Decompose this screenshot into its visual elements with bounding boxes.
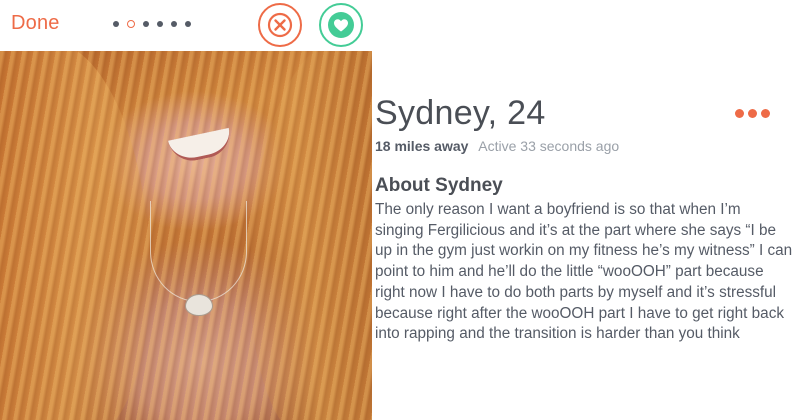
active-status: Active 33 seconds ago bbox=[478, 138, 620, 154]
like-button[interactable] bbox=[319, 3, 363, 47]
heart-icon bbox=[328, 12, 354, 38]
pager-dot[interactable] bbox=[171, 21, 177, 27]
nope-button[interactable] bbox=[258, 3, 302, 47]
more-options-icon[interactable] bbox=[735, 109, 774, 118]
photo-necklace-chain bbox=[150, 201, 247, 302]
photo-pager bbox=[113, 16, 199, 32]
pager-dot[interactable] bbox=[113, 21, 119, 27]
pager-dot[interactable] bbox=[157, 21, 163, 27]
pager-dot-active[interactable] bbox=[127, 20, 135, 28]
more-dot bbox=[735, 109, 744, 118]
pager-dot[interactable] bbox=[185, 21, 191, 27]
profile-name-age: Sydney, 24 bbox=[375, 94, 546, 132]
bio-text: The only reason I want a boyfriend is so… bbox=[375, 201, 793, 343]
photo-necklace-pendant bbox=[185, 294, 213, 316]
profile-meta: 18 miles away Active 33 seconds ago bbox=[375, 138, 619, 154]
distance-label: 18 miles away bbox=[375, 138, 469, 154]
about-heading: About Sydney bbox=[375, 175, 503, 196]
profile-screen: Done Sydney, 24 18 miles away Active 33 … bbox=[0, 0, 800, 420]
more-dot bbox=[761, 109, 770, 118]
close-icon bbox=[267, 12, 293, 38]
profile-photo[interactable] bbox=[0, 51, 372, 420]
done-button[interactable]: Done bbox=[11, 12, 60, 35]
pager-dot[interactable] bbox=[143, 21, 149, 27]
top-bar: Done bbox=[0, 0, 372, 50]
more-dot bbox=[748, 109, 757, 118]
